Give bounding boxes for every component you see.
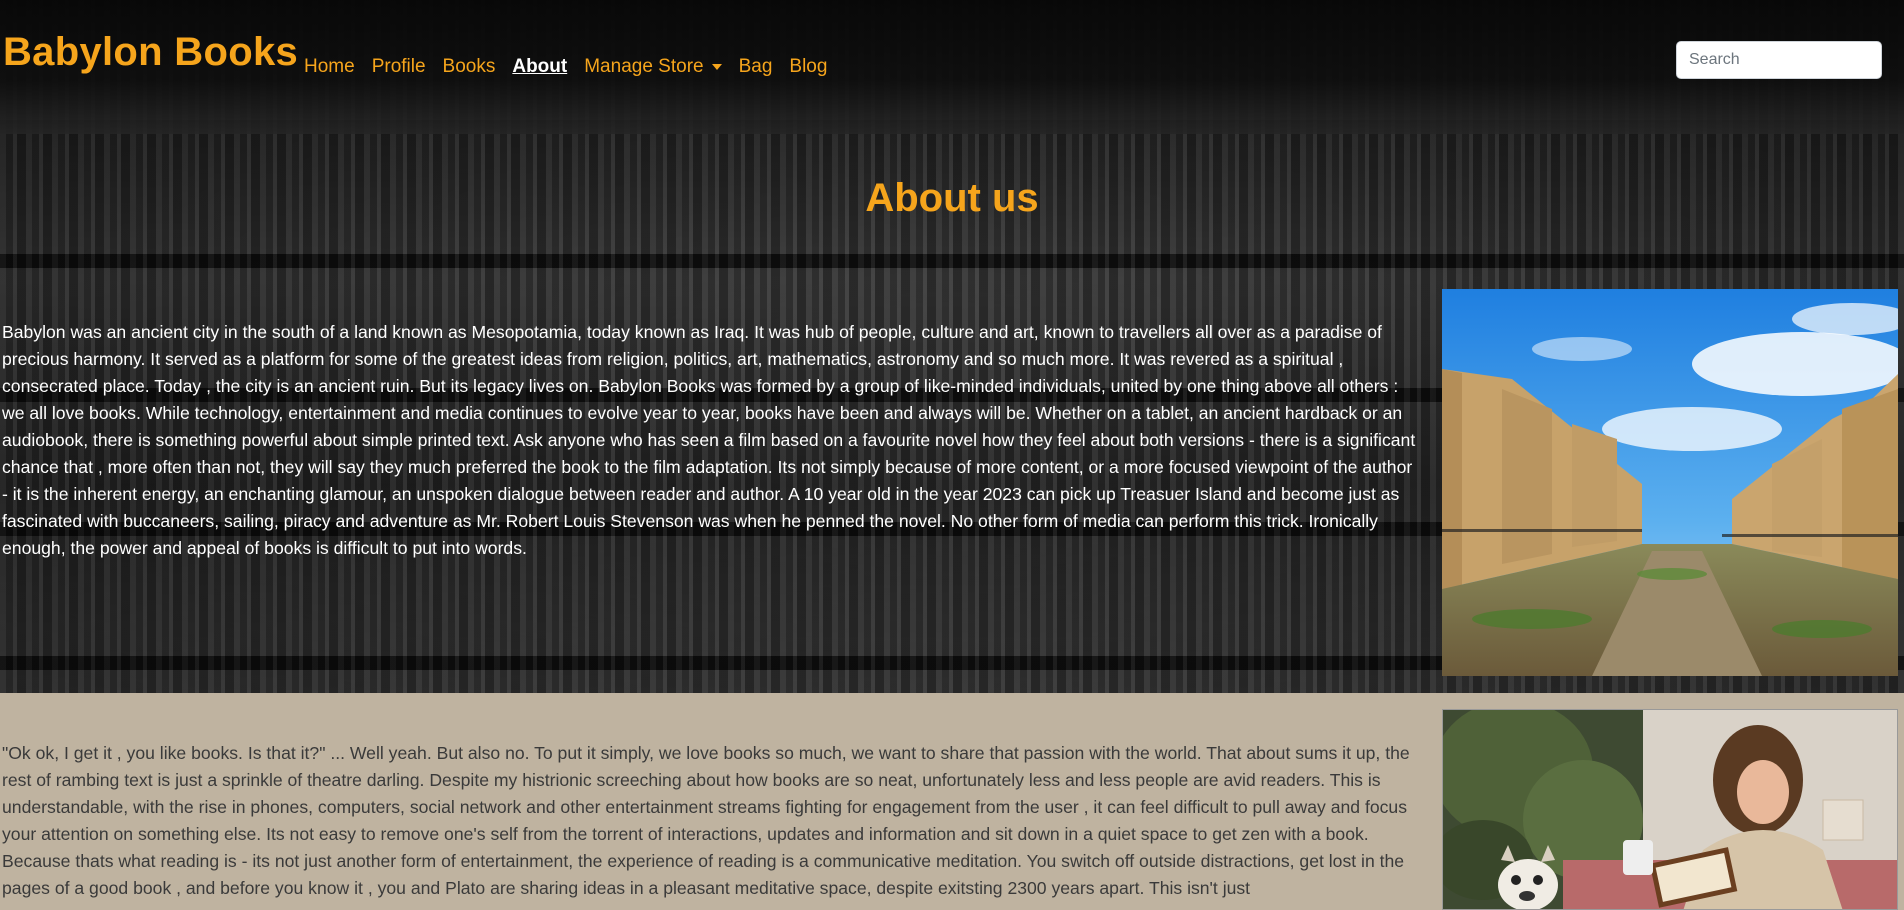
about-paragraph-2: "Ok ok, I get it , you like books. Is th…	[2, 743, 1410, 898]
page-title: About us	[865, 176, 1039, 220]
page: Babylon Books Home Profile Books About M…	[0, 0, 1904, 910]
nav-home[interactable]: Home	[304, 56, 355, 78]
nav-bag[interactable]: Bag	[739, 56, 773, 78]
nav-profile[interactable]: Profile	[372, 56, 426, 78]
search-input[interactable]	[1676, 41, 1882, 79]
nav-manage-store-dropdown[interactable]: Manage Store	[584, 56, 722, 78]
nav-books[interactable]: Books	[443, 56, 496, 78]
nav-manage-store-label: Manage Store	[584, 56, 704, 77]
nav-blog[interactable]: Blog	[789, 56, 827, 78]
brand-logo[interactable]: Babylon Books	[3, 30, 298, 75]
navbar: Babylon Books Home Profile Books About M…	[0, 0, 1904, 134]
babylon-walls-image	[1442, 289, 1898, 676]
nav-about[interactable]: About	[512, 56, 567, 78]
nav-links: Home Profile Books About Manage Store Ba…	[304, 56, 844, 78]
about-paragraph-1: Babylon was an ancient city in the south…	[2, 322, 1416, 558]
woman-reading-image	[1442, 709, 1898, 910]
caret-down-icon	[711, 63, 722, 70]
